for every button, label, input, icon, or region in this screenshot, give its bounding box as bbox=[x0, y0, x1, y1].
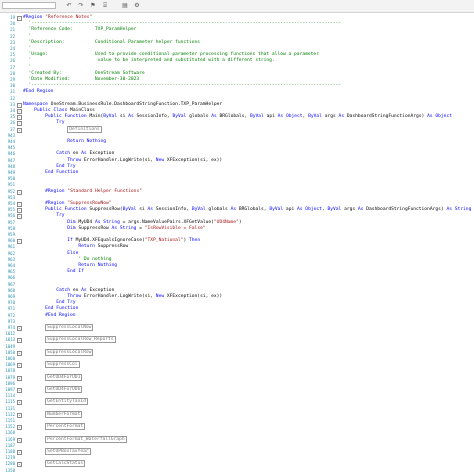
code-editor[interactable]: 19− #Region "Reference Notes" 20 '--------… bbox=[0, 13, 474, 473]
bookmark-icon[interactable]: ⚑ bbox=[89, 2, 97, 10]
line-number: 1350 bbox=[5, 467, 15, 473]
search-input[interactable] bbox=[2, 2, 56, 9]
undo-icon[interactable]: ↶ bbox=[65, 2, 73, 10]
code-line[interactable]: 1350 bbox=[0, 468, 474, 474]
format-icon[interactable]: ⌸ bbox=[101, 2, 109, 10]
settings-icon[interactable]: ⚙ bbox=[133, 2, 141, 10]
redo-icon[interactable]: ↷ bbox=[77, 2, 85, 10]
editor-toolbar: ↶ ↷ ⚑ ⌸ ▤ ⚙ bbox=[0, 0, 474, 13]
format-icon-2[interactable]: ▤ bbox=[121, 2, 129, 10]
